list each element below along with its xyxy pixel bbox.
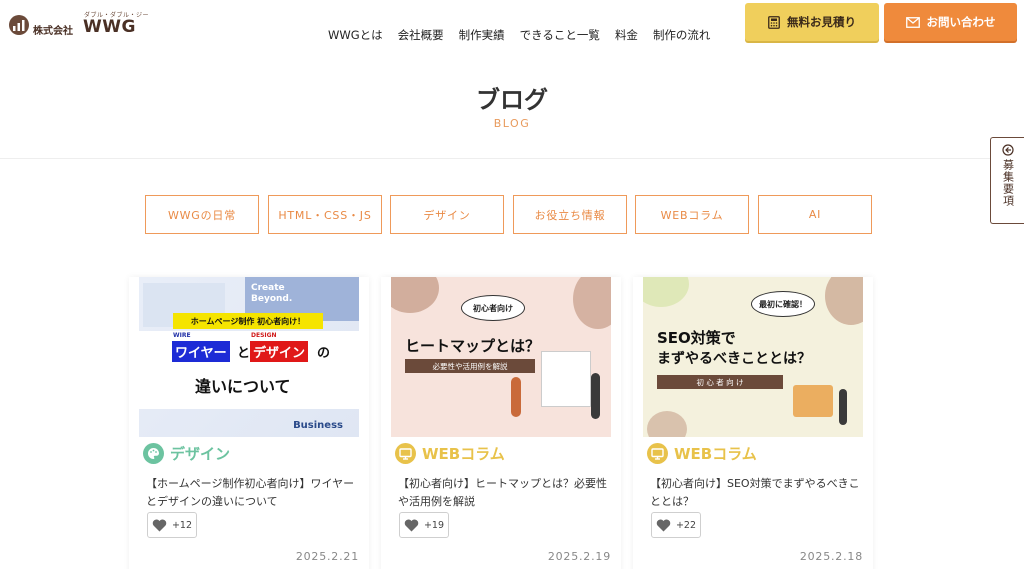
thumb-deco-blob (825, 277, 863, 325)
card-title: 【初心者向け】SEO対策でまずやるべきこととは？ (650, 477, 860, 508)
thumb-deco-blob (647, 411, 687, 437)
card-category: WEBコラム (647, 443, 757, 464)
thumb-deco-figure (591, 373, 600, 419)
page-subtitle: BLOG (493, 117, 531, 130)
card-category-label: デザイン (170, 445, 231, 463)
logo-brand: WWG (83, 17, 136, 37)
thumb-design: デザイン (250, 341, 309, 362)
thumb-deco-figure (839, 389, 847, 425)
site-logo[interactable]: ダブル・ダブル・ジー 株式会社 WWG (8, 8, 149, 40)
page-title: ブログ (476, 86, 548, 114)
thumb-headline: ヒートマップとは？ (405, 337, 541, 355)
thumb-deco-chart (541, 351, 591, 407)
thumb-deco-blob (573, 277, 611, 329)
blog-card[interactable]: 最初に確認！ SEO対策で まずやるべきこととは？ 初 心 者 向 け WEBコ… (633, 277, 873, 569)
category-design[interactable]: デザイン (390, 195, 504, 234)
nav-item-about[interactable]: WWGとは (328, 27, 383, 43)
category-wwg-daily[interactable]: WWGの日常 (145, 195, 259, 234)
site-header: ダブル・ダブル・ジー 株式会社 WWG WWGとは 会社概要 制作実績 できるこ… (0, 0, 1024, 52)
monitor-icon (395, 443, 416, 464)
estimate-button-label: 無料お見積り (787, 15, 856, 29)
mail-icon (905, 16, 920, 28)
heart-icon (404, 519, 419, 531)
nav-item-works[interactable]: 制作実績 (459, 27, 505, 43)
thumb-bubble: 最初に確認！ (751, 291, 815, 317)
thumb-business: Business (293, 420, 343, 431)
monitor-icon (647, 443, 668, 464)
card-category: WEBコラム (395, 443, 505, 464)
thumb-band: 必要性や活用例を解説 (405, 359, 535, 373)
thumb-bubble: 初心者向け (461, 295, 525, 321)
logo-mark-icon (9, 15, 29, 35)
card-category-label: WEBコラム (422, 445, 505, 463)
card-date: 2025.2.21 (295, 550, 359, 563)
thumb-deco-chart (793, 385, 833, 417)
nav-item-pricing[interactable]: 料金 (615, 27, 638, 43)
thumb-line1: SEO対策で (657, 329, 736, 347)
nav-item-flow[interactable]: 制作の流れ (653, 27, 711, 43)
card-thumbnail: Create Beyond. ホームページ制作 初心者向け！ WIRE DESI… (139, 277, 359, 437)
calculator-icon (768, 15, 780, 29)
palette-icon (143, 443, 164, 464)
thumb-wire-ruby: WIRE (173, 332, 191, 339)
heart-icon (656, 519, 671, 531)
card-title: 【ホームページ制作初心者向け】ワイヤーとデザインの違いについて (146, 477, 355, 508)
like-count: +19 (423, 519, 445, 531)
thumb-headline-panel: WIRE DESIGN ワイヤー と デザイン の 違いについて (139, 331, 359, 409)
like-button[interactable]: +22 (651, 512, 701, 538)
thumb-design-ruby: DESIGN (251, 332, 277, 339)
card-date: 2025.2.18 (799, 550, 863, 563)
thumb-badge: ホームページ制作 初心者向け！ (173, 313, 323, 329)
main-nav: WWGとは 会社概要 制作実績 できること一覧 料金 制作の流れ (328, 27, 725, 43)
card-category: デザイン (143, 443, 230, 464)
card-title: 【初心者向け】ヒートマップとは？必要性や活用例を解説 (398, 477, 607, 508)
nav-item-services[interactable]: できること一覧 (520, 27, 600, 43)
category-html-css-js[interactable]: HTML・CSS・JS (268, 195, 382, 234)
contact-button-label: お問い合わせ (926, 15, 996, 29)
thumb-to: と (237, 346, 251, 361)
estimate-button[interactable]: 無料お見積り (745, 3, 879, 41)
thumb-deco-blob (391, 277, 439, 313)
recruit-side-tab[interactable]: 募集要項 (990, 137, 1024, 224)
thumb-deco-blob (643, 277, 689, 307)
thumb-deco-figure (511, 377, 521, 417)
thumb-line2: 違いについて (195, 377, 291, 396)
card-thumbnail: 最初に確認！ SEO対策で まずやるべきこととは？ 初 心 者 向 け (643, 277, 863, 437)
like-count: +22 (675, 519, 697, 531)
blog-card[interactable]: 初心者向け ヒートマップとは？ 必要性や活用例を解説 WEBコラム 【初心者向け… (381, 277, 621, 569)
card-thumbnail: 初心者向け ヒートマップとは？ 必要性や活用例を解説 (391, 277, 611, 437)
card-date: 2025.2.19 (547, 550, 611, 563)
nav-item-company[interactable]: 会社概要 (398, 27, 444, 43)
side-tab-label: 募集要項 (1001, 159, 1015, 207)
title-divider (0, 158, 1024, 159)
like-button[interactable]: +19 (399, 512, 449, 538)
contact-button[interactable]: お問い合わせ (884, 3, 1017, 41)
thumb-line2: まずやるべきこととは？ (657, 351, 811, 367)
category-ai[interactable]: AI (758, 195, 872, 234)
blog-card[interactable]: Create Beyond. ホームページ制作 初心者向け！ WIRE DESI… (129, 277, 369, 569)
like-count: +12 (171, 519, 193, 531)
thumb-band: 初 心 者 向 け (657, 375, 783, 389)
thumb-no: の (317, 346, 331, 361)
logo-company: 株式会社 (33, 26, 73, 37)
heart-icon (152, 519, 167, 531)
like-button[interactable]: +12 (147, 512, 197, 538)
thumb-create-text: Create Beyond. (251, 283, 293, 304)
arrow-circle-icon (1001, 144, 1014, 156)
thumb-wire: ワイヤー (172, 341, 230, 362)
category-web-column[interactable]: WEBコラム (635, 195, 749, 234)
card-category-label: WEBコラム (674, 445, 757, 463)
category-useful-info[interactable]: お役立ち情報 (513, 195, 627, 234)
